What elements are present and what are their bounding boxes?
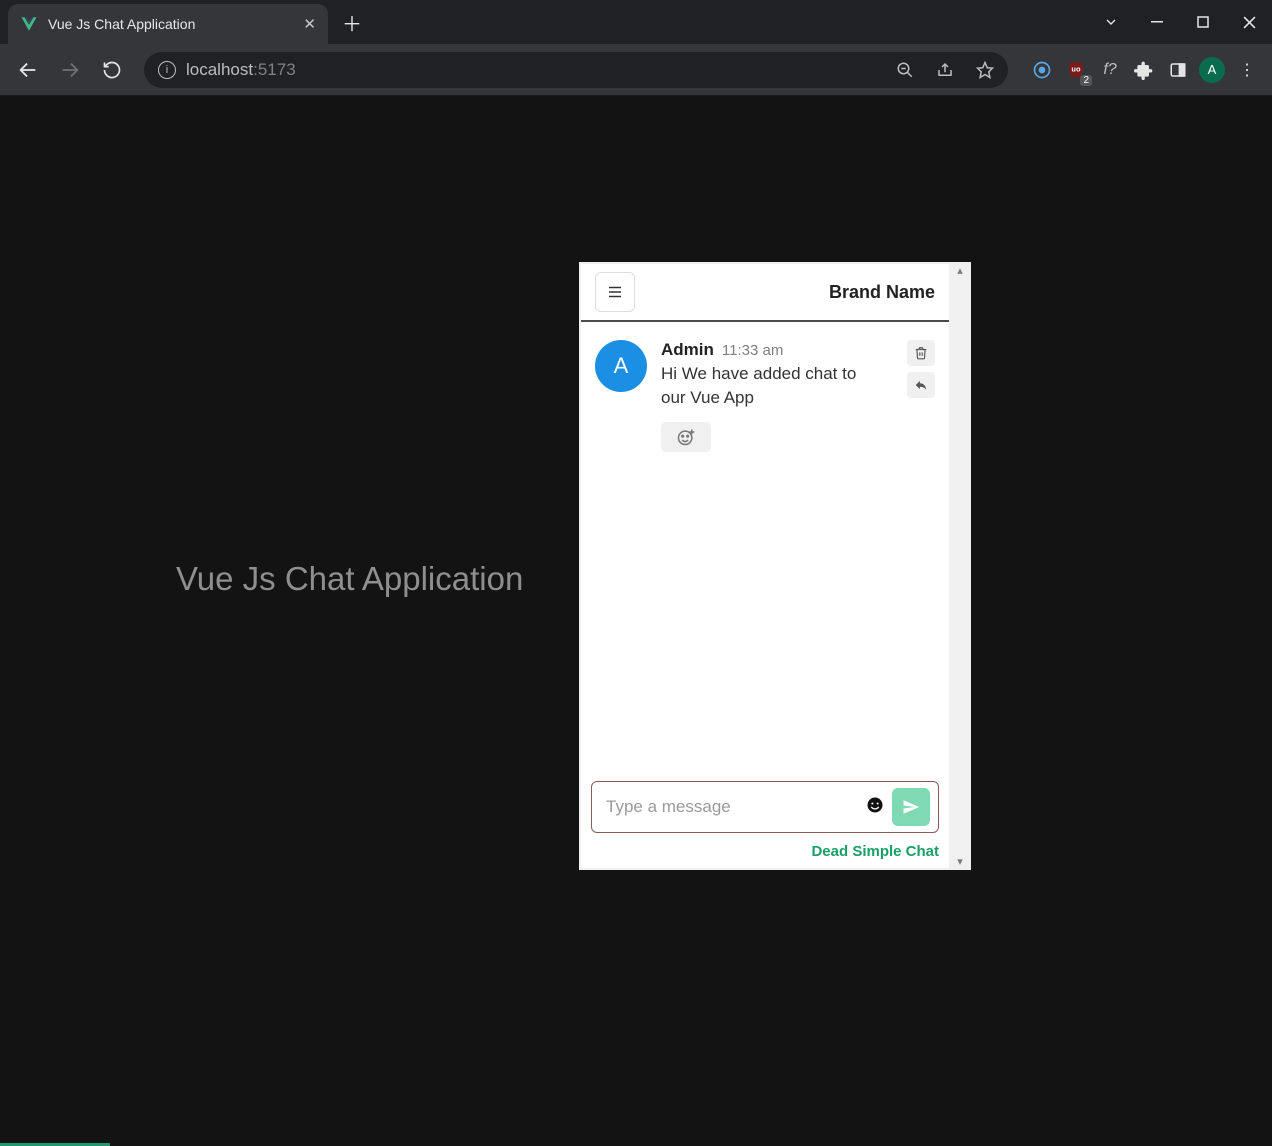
widget-footer: Dead Simple Chat [581,837,949,868]
share-icon[interactable] [930,61,960,79]
site-info-icon[interactable]: i [158,61,176,79]
url-host: localhost [186,60,253,79]
message-text: Hi We have added chat to our Vue App [661,362,861,410]
chat-message: A Admin 11:33 am Hi We have added chat t… [595,340,935,452]
nav-forward-button [52,52,88,88]
url-text: localhost:5173 [186,60,296,80]
window-controls [1088,0,1272,44]
message-actions [907,340,935,452]
window-maximize-icon[interactable] [1180,0,1226,44]
close-tab-icon[interactable]: ✕ [303,15,316,33]
vue-favicon [20,15,38,33]
zoom-icon[interactable] [890,61,920,79]
browser-tab-active[interactable]: Vue Js Chat Application ✕ [8,4,328,44]
page-viewport: Vue Js Chat Application Brand Name A Adm… [0,110,1272,1146]
emoji-picker-button[interactable] [866,796,884,819]
avatar-initial: A [1199,57,1225,83]
delete-message-button[interactable] [907,340,935,366]
new-tab-button[interactable]: ＋ [328,8,376,37]
chat-footer [581,773,949,837]
message-input[interactable] [606,797,858,817]
send-button[interactable] [892,788,930,826]
reply-message-button[interactable] [907,372,935,398]
ublock-icon[interactable]: uo 2 [1062,56,1090,84]
message-time: 11:33 am [722,342,783,359]
nav-back-button[interactable] [10,52,46,88]
add-reaction-button[interactable] [661,422,711,452]
extensions-puzzle-icon[interactable] [1130,56,1158,84]
chat-header: Brand Name [581,264,949,322]
window-close-icon[interactable] [1226,0,1272,44]
page-heading: Vue Js Chat Application [176,560,523,598]
address-bar[interactable]: i localhost:5173 [144,52,1008,88]
chat-inner: Brand Name A Admin 11:33 am Hi We have a… [581,264,949,868]
extension-icon-font[interactable]: f? [1096,56,1124,84]
browser-menu-icon[interactable]: ⋮ [1232,60,1262,80]
tab-strip: Vue Js Chat Application ✕ ＋ [0,0,1272,44]
browser-chrome: Vue Js Chat Application ✕ ＋ [0,0,1272,96]
nav-reload-button[interactable] [94,52,130,88]
message-sender: Admin [661,340,714,360]
bookmark-star-icon[interactable] [970,61,1000,79]
tab-title: Vue Js Chat Application [48,16,293,32]
chat-messages-area: A Admin 11:33 am Hi We have added chat t… [581,322,949,773]
profile-avatar[interactable]: A [1198,56,1226,84]
chat-brand-name: Brand Name [829,282,935,303]
chat-menu-button[interactable] [595,272,635,312]
scroll-down-icon[interactable]: ▾ [949,855,971,868]
browser-toolbar: i localhost:5173 uo 2 f? [0,44,1272,96]
extensions-area: uo 2 f? A ⋮ [1022,56,1262,84]
extension-icon-1[interactable] [1028,56,1056,84]
url-port: :5173 [253,60,296,79]
scroll-up-icon[interactable]: ▴ [949,264,971,277]
widget-branding-link[interactable]: Dead Simple Chat [811,843,939,860]
ublock-badge: 2 [1080,75,1092,86]
svg-text:uo: uo [1071,64,1081,73]
chat-scrollbar[interactable]: ▴ ▾ [949,262,971,870]
chat-widget: Brand Name A Admin 11:33 am Hi We have a… [579,262,971,870]
message-avatar: A [595,340,647,392]
side-panel-icon[interactable] [1164,56,1192,84]
window-minimize-icon[interactable] [1134,0,1180,44]
chevron-down-icon[interactable] [1088,0,1134,44]
message-main: Admin 11:33 am Hi We have added chat to … [661,340,893,452]
compose-box [591,781,939,833]
